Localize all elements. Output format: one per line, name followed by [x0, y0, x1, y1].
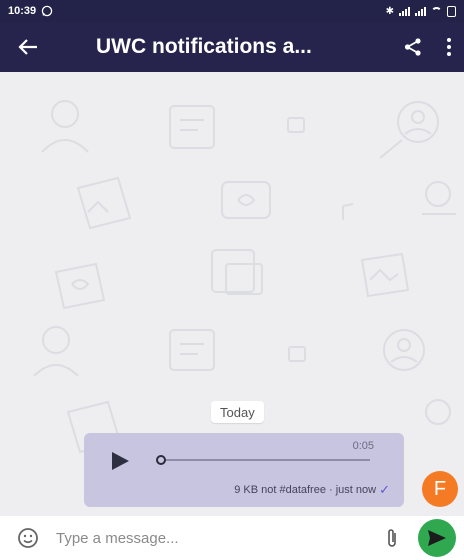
paperclip-icon: [388, 529, 396, 547]
whatsapp-icon: [41, 5, 53, 17]
avatar[interactable]: F: [422, 471, 458, 507]
audio-seek-knob[interactable]: [156, 455, 166, 465]
more-options-button[interactable]: [434, 22, 464, 72]
arrow-left-icon: [18, 39, 37, 55]
share-icon: [404, 38, 421, 56]
emoji-button[interactable]: [0, 516, 56, 560]
play-icon: [112, 452, 129, 470]
signal-icon-2: [415, 6, 426, 16]
message-composer: [0, 516, 464, 560]
wifi-icon: [431, 6, 442, 16]
status-bar: 10:39 ✱: [0, 0, 464, 22]
message-status-text: 9 KB not #datafree · just now: [234, 484, 377, 496]
more-vert-icon: [447, 38, 451, 56]
message-input[interactable]: [56, 523, 372, 553]
play-button[interactable]: [106, 447, 134, 475]
smiley-icon: [18, 528, 38, 548]
check-icon: ✓: [379, 482, 390, 497]
battery-icon: [447, 5, 456, 17]
status-time: 10:39: [8, 5, 37, 17]
voice-duration: 0:05: [352, 440, 374, 452]
audio-progress-track[interactable]: [160, 459, 370, 461]
send-button[interactable]: [418, 519, 456, 557]
voice-message-bubble[interactable]: 0:05 9 KB not #datafree · just now ✓: [84, 433, 404, 507]
message-meta: 9 KB not #datafree · just now ✓: [234, 482, 390, 498]
app-bar: UWC notifications a...: [0, 22, 464, 72]
back-button[interactable]: [0, 22, 56, 72]
share-button[interactable]: [392, 22, 434, 72]
chat-area[interactable]: Today 0:05 9 KB not #datafree · just now…: [0, 72, 464, 516]
bluetooth-icon: ✱: [385, 5, 394, 17]
date-separator: Today: [211, 401, 264, 423]
attach-button[interactable]: [372, 516, 412, 560]
signal-icon: [399, 6, 410, 16]
send-icon: [428, 530, 446, 546]
chat-title[interactable]: UWC notifications a...: [56, 35, 392, 59]
